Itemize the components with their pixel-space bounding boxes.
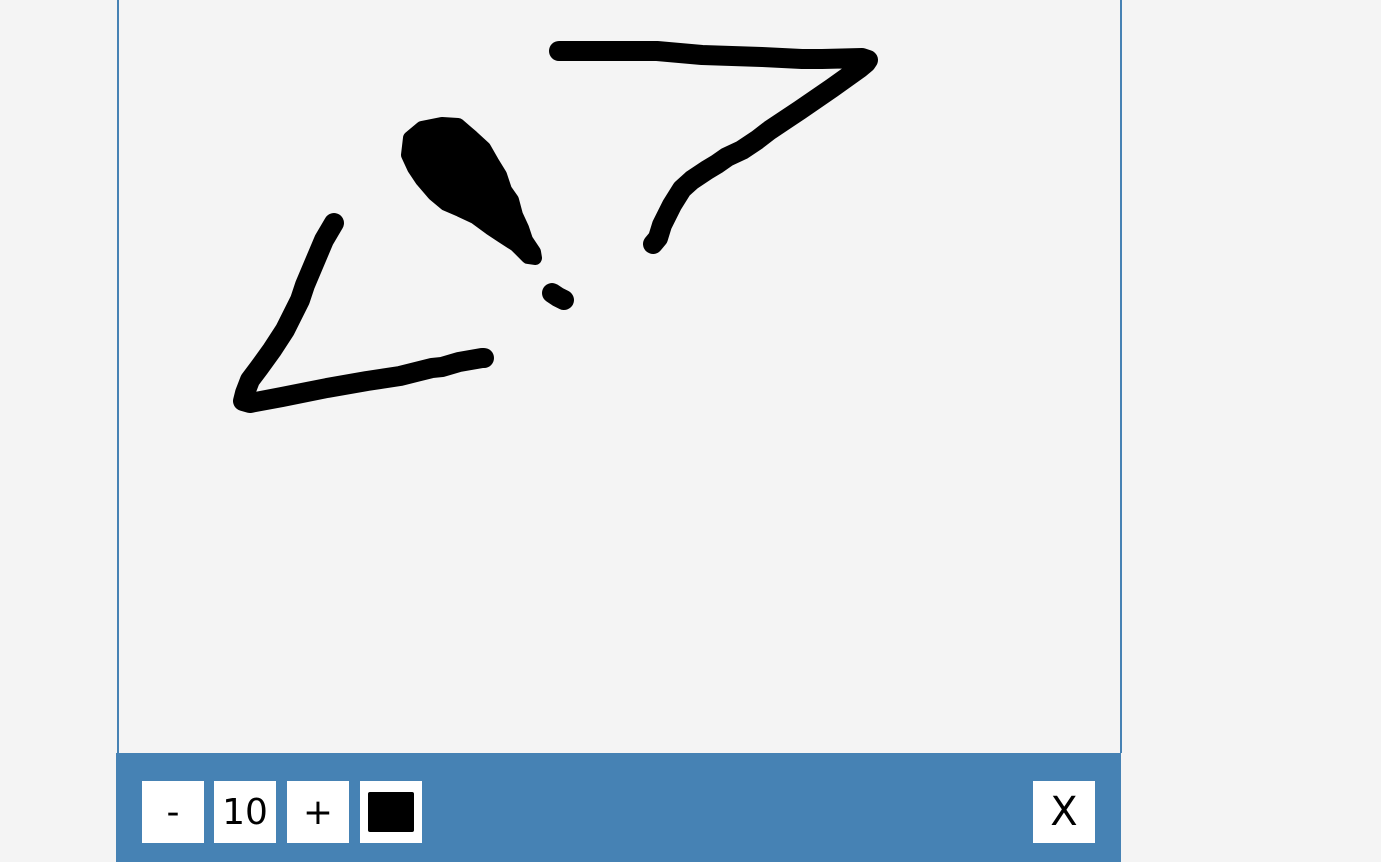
close-button[interactable]: X xyxy=(1033,781,1095,843)
drawing-app: - 10 + X xyxy=(0,0,1381,862)
color-swatch xyxy=(368,792,414,832)
brush-size-display: 10 xyxy=(214,781,276,843)
color-picker-button[interactable] xyxy=(360,781,422,843)
increase-brush-size-button[interactable]: + xyxy=(287,781,349,843)
canvas-frame xyxy=(117,0,1122,753)
decrease-brush-size-button[interactable]: - xyxy=(142,781,204,843)
ink-stroke xyxy=(542,283,574,310)
ink-blob xyxy=(401,117,542,265)
ink-stroke xyxy=(549,41,878,254)
bottom-toolbar: - 10 + X xyxy=(116,753,1121,862)
drawing-canvas[interactable] xyxy=(119,0,1120,753)
ink-stroke xyxy=(233,213,494,413)
